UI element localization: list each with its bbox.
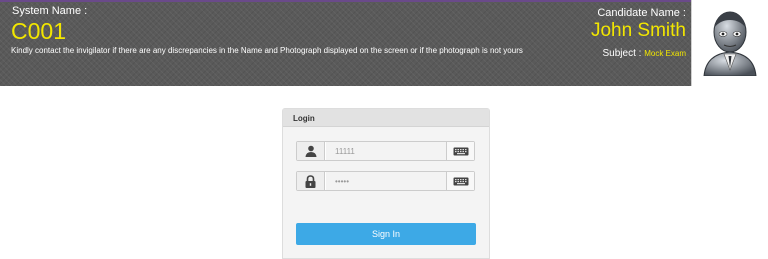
subject-line: Subject : Mock Exam [603, 48, 687, 59]
keyboard-icon[interactable] [446, 172, 474, 190]
login-panel: Login 11111 ••••• Sign In [282, 108, 490, 259]
candidate-name-value: John Smith [590, 20, 686, 41]
discrepancy-notice: Kindly contact the invigilator if there … [11, 46, 523, 55]
exam-header: System Name : C001 Kindly contact the in… [0, 0, 768, 86]
password-input[interactable] [326, 172, 446, 190]
system-name-value: C001 [11, 18, 66, 44]
candidate-photo [691, 0, 768, 86]
candidate-name-label: Candidate Name : [597, 7, 686, 19]
lock-icon [297, 172, 325, 190]
system-name-label: System Name : [12, 5, 88, 17]
candidate-photo-avatar [703, 11, 757, 76]
keyboard-icon[interactable] [446, 142, 474, 160]
login-title: Login [283, 109, 489, 127]
password-field [296, 171, 475, 191]
username-input[interactable] [326, 142, 446, 160]
subject-label: Subject : [602, 48, 642, 59]
sign-in-button[interactable]: Sign In [296, 223, 476, 245]
user-icon [297, 142, 325, 160]
username-field [296, 141, 475, 161]
subject-value: Mock Exam [644, 49, 686, 58]
